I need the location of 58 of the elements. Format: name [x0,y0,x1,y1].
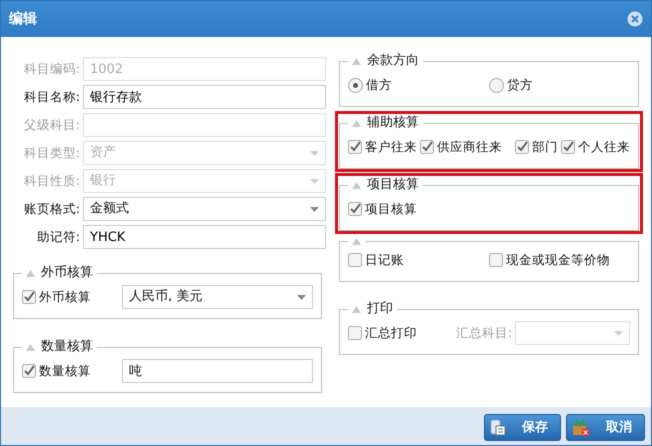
field-label: 科目编码: [22,60,81,78]
radio-button[interactable] [489,78,504,92]
save-icon [490,419,506,436]
checkbox-label: 现金或现金等价物 [506,250,610,269]
field-label: 账页格式: [22,200,81,218]
checkbox[interactable] [22,364,36,378]
checkbox[interactable] [561,140,575,154]
checkbox[interactable] [22,290,36,304]
collapse-icon[interactable] [352,120,361,126]
action-button[interactable]: 取消 [566,414,645,441]
checkbox[interactable] [348,202,362,216]
group-title: 余款方向 [367,52,419,70]
action-button[interactable]: 保存 [484,414,561,441]
group-title: 项目核算 [367,176,419,194]
caret-icon[interactable] [310,206,319,212]
checkbox[interactable] [515,140,529,154]
collapse-icon[interactable] [352,58,361,64]
checkbox-label: 客户往来 [365,138,417,156]
window-title: 编辑 [9,10,37,28]
field-label: 父级科目: [22,116,81,134]
dropdown[interactable]: 人民币, 美元 [122,285,313,309]
checkbox[interactable] [489,253,503,267]
radio-label: 贷方 [507,76,533,94]
input-field[interactable]: 吨 [122,359,313,383]
checkbox-label: 汇总打印 [365,324,417,342]
checkbox-label: 部门 [532,138,558,156]
cancel-icon [572,418,590,436]
field-label: 汇总科目: [456,324,512,342]
checkbox-label: 数量核算 [39,362,91,380]
field-label: 科目性质: [22,172,81,190]
field-label: 科目类型: [22,144,81,162]
collapse-icon[interactable] [352,238,361,245]
checkbox-label: 个人往来 [578,138,630,156]
checkbox-label: 日记账 [365,250,404,269]
collapse-icon[interactable] [26,270,35,276]
checkbox[interactable] [348,253,362,267]
checkbox[interactable] [420,140,434,154]
checkbox[interactable] [348,140,362,154]
collapse-icon[interactable] [26,344,35,350]
group-title: 辅助核算 [367,114,419,132]
dropdown[interactable]: 金额式 [83,197,326,221]
field-label: 助记符: [36,228,81,246]
checkbox-label: 项目核算 [365,200,417,218]
checkbox[interactable] [348,326,362,340]
group-title: 打印 [367,300,393,318]
collapse-icon[interactable] [352,306,361,312]
collapse-icon[interactable] [352,182,361,188]
group-title: 外币核算 [41,264,93,282]
input-field[interactable]: YHCK [83,225,326,249]
group-title: 数量核算 [41,338,93,356]
input-field[interactable]: 银行存款 [83,85,326,109]
checkbox-label: 外币核算 [39,288,91,306]
close-icon[interactable] [627,11,643,27]
radio-button[interactable] [348,78,363,92]
checkbox-label: 供应商往来 [437,138,502,156]
caret-icon[interactable] [297,294,306,300]
radio-label: 借方 [366,76,392,94]
field-label: 科目名称: [22,88,81,106]
